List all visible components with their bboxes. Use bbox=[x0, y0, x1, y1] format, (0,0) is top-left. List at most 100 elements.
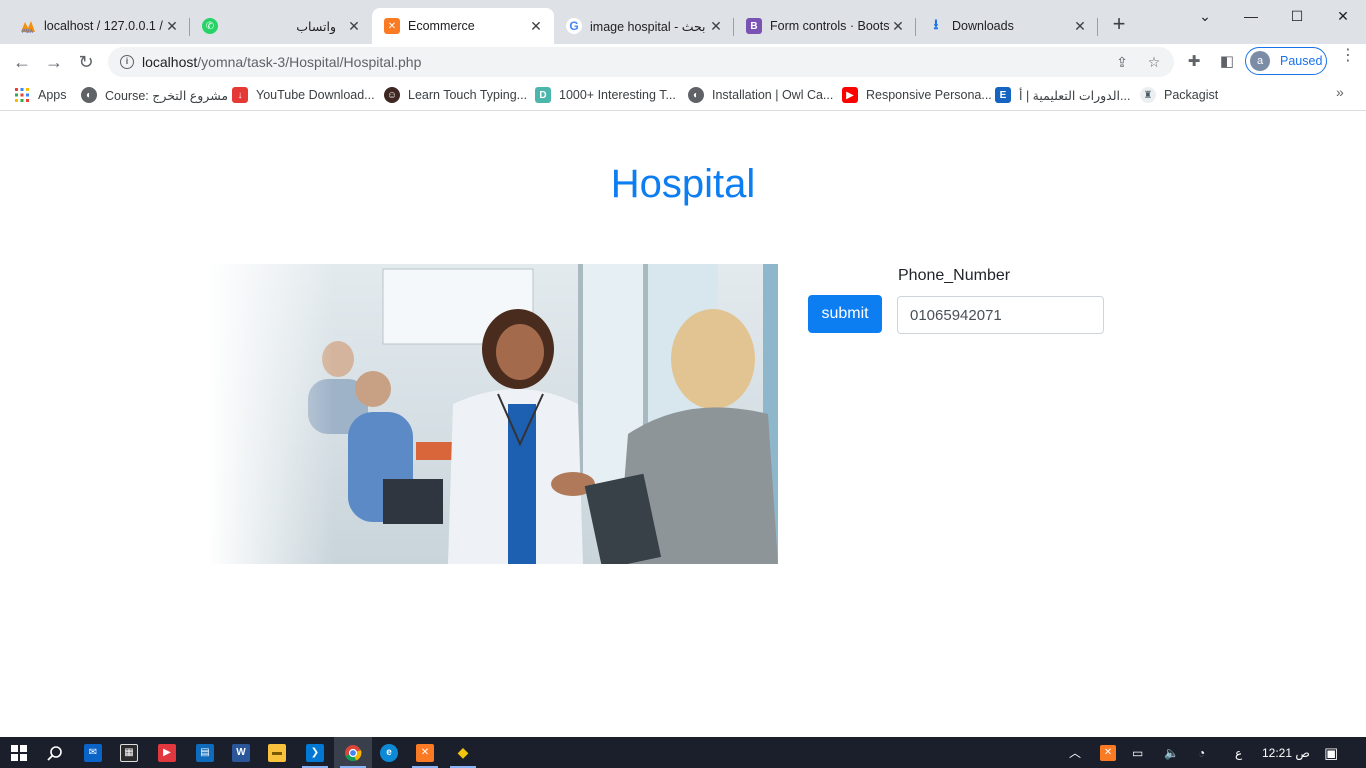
xampp-taskbar-icon[interactable]: ✕ bbox=[406, 737, 444, 768]
window-close-button[interactable]: ✕ bbox=[1320, 0, 1366, 32]
bookmark-apps[interactable]: Apps bbox=[14, 85, 67, 105]
mail-icon[interactable]: ✉ bbox=[74, 737, 112, 768]
forward-arrow-icon[interactable]: → bbox=[42, 50, 66, 74]
bookmark-interesting[interactable]: D 1000+ Interesting T... bbox=[535, 85, 676, 105]
search-icon[interactable] bbox=[36, 737, 74, 768]
url-host: localhost bbox=[142, 54, 198, 70]
globe-icon: ◐ bbox=[688, 87, 704, 103]
word-icon[interactable]: W bbox=[222, 737, 260, 768]
close-icon[interactable]: ✕ bbox=[528, 18, 544, 34]
windows-start-icon[interactable] bbox=[0, 737, 38, 768]
bookmarks-bar: Apps ◐ Course: مشروع التخرج ↓ YouTube Do… bbox=[0, 80, 1366, 111]
bookmark-label: Installation | Owl Ca... bbox=[712, 88, 834, 102]
bookmark-label: Packagist bbox=[1164, 88, 1219, 102]
tab-title: Form controls · Bootst bbox=[770, 19, 890, 33]
url-path: /yomna/task-3/Hospital/Hospital.php bbox=[197, 54, 422, 70]
tab-title: واتساب bbox=[296, 19, 336, 34]
profile-status: Paused bbox=[1280, 54, 1323, 68]
bookmark-responsive[interactable]: ▶ Responsive Persona... bbox=[842, 85, 992, 105]
address-bar[interactable]: i localhost/yomna/task-3/Hospital/Hospit… bbox=[108, 47, 1174, 77]
site-info-icon[interactable]: i bbox=[120, 55, 134, 69]
packagist-icon: ♜ bbox=[1140, 87, 1156, 103]
new-tab-button[interactable]: + bbox=[1108, 13, 1130, 36]
avatar: a bbox=[1250, 51, 1270, 71]
close-icon[interactable]: ✕ bbox=[890, 18, 906, 34]
submit-button[interactable]: submit bbox=[808, 295, 882, 333]
tab-search-chevron-icon[interactable]: ⌄ bbox=[1182, 0, 1228, 32]
tab-whatsapp[interactable]: ✆ واتساب ✕ bbox=[190, 8, 372, 44]
media-player-icon[interactable]: ▶ bbox=[148, 737, 186, 768]
tray-overflow-chevron-icon[interactable]: ︿ bbox=[1069, 737, 1081, 768]
side-panel-icon[interactable]: ◧ bbox=[1218, 53, 1236, 71]
more-bookmarks-chevron-icon[interactable]: » bbox=[1336, 84, 1344, 100]
xampp-tray-icon[interactable]: ✕ bbox=[1100, 737, 1116, 768]
url-text[interactable]: localhost/yomna/task-3/Hospital/Hospital… bbox=[142, 54, 421, 70]
tab-phpmyadmin[interactable]: PMA localhost / 127.0.0.1 / ✕ bbox=[8, 8, 190, 44]
close-icon[interactable]: ✕ bbox=[708, 18, 724, 34]
bookmark-label: Responsive Persona... bbox=[866, 88, 992, 102]
volume-icon[interactable]: 🔈 bbox=[1164, 737, 1179, 768]
bookmark-course[interactable]: ◐ Course: مشروع التخرج bbox=[81, 85, 228, 105]
tab-title: image hospital - بحث bbox=[590, 19, 706, 34]
input-language[interactable]: ع bbox=[1235, 737, 1242, 768]
tab-title: Ecommerce bbox=[408, 19, 475, 33]
news-icon[interactable]: ▤ bbox=[186, 737, 224, 768]
bookmark-label: Learn Touch Typing... bbox=[408, 88, 528, 102]
phpmyadmin-icon: PMA bbox=[20, 18, 36, 34]
close-icon[interactable]: ✕ bbox=[164, 18, 180, 34]
extensions-puzzle-icon[interactable]: ✚ bbox=[1185, 53, 1203, 71]
bookmark-label: Course: مشروع التخرج bbox=[105, 88, 229, 103]
apps-grid-icon bbox=[14, 87, 30, 103]
file-explorer-icon[interactable]: ▬ bbox=[258, 737, 296, 768]
globe-icon: ◐ bbox=[81, 87, 97, 103]
phone-number-input[interactable] bbox=[897, 296, 1104, 334]
bookmark-packagist[interactable]: ♜ Packagist bbox=[1140, 85, 1218, 105]
back-arrow-icon[interactable]: ← bbox=[10, 50, 34, 74]
download-icon: ⭳ bbox=[933, 16, 939, 32]
page-title: Hospital bbox=[610, 162, 756, 206]
maximize-button[interactable]: ☐ bbox=[1274, 0, 1320, 32]
git-kraken-icon[interactable]: ◆ bbox=[444, 737, 482, 768]
tab-google-search[interactable]: G image hospital - بحث ✕ bbox=[554, 8, 734, 44]
xampp-icon: ✕ bbox=[384, 18, 400, 34]
browser-menu-icon[interactable]: ⋮ bbox=[1340, 48, 1356, 64]
whatsapp-icon: ✆ bbox=[202, 18, 218, 34]
bookmark-star-icon[interactable]: ☆ bbox=[1146, 54, 1162, 70]
typing-mascot-icon: ☺ bbox=[384, 87, 400, 103]
battery-icon[interactable]: ▭ bbox=[1132, 737, 1143, 768]
tab-downloads[interactable]: ⭳ Downloads ✕ bbox=[916, 8, 1098, 44]
notifications-icon[interactable]: ▣ bbox=[1324, 737, 1338, 768]
share-icon[interactable]: ⇪ bbox=[1114, 54, 1130, 70]
chrome-icon[interactable] bbox=[334, 737, 372, 768]
bookmark-courses-ar[interactable]: E الدورات التعليمية | أ... bbox=[995, 85, 1130, 105]
edge-icon[interactable]: e bbox=[370, 737, 408, 768]
tab-ecommerce[interactable]: ✕ Ecommerce ✕ bbox=[372, 8, 554, 44]
bookmark-typing[interactable]: ☺ Learn Touch Typing... bbox=[384, 85, 527, 105]
close-icon[interactable]: ✕ bbox=[346, 18, 362, 34]
clock[interactable]: 12:21 ص bbox=[1262, 737, 1310, 768]
page-content: Hospital Phone_Number submit 01065942071 bbox=[0, 112, 1366, 737]
bookmark-youtube-download[interactable]: ↓ YouTube Download... bbox=[232, 85, 375, 105]
vscode-icon[interactable]: ❯ bbox=[296, 737, 334, 768]
profile-button[interactable]: a Paused bbox=[1245, 47, 1327, 75]
google-icon: G bbox=[566, 18, 582, 34]
bookmark-label: YouTube Download... bbox=[256, 88, 375, 102]
hospital-image bbox=[208, 264, 778, 564]
minimize-button[interactable]: — bbox=[1228, 0, 1274, 32]
e-letter-icon: E bbox=[995, 87, 1011, 103]
store-icon[interactable]: ▦ bbox=[110, 737, 148, 768]
svg-text:PMA: PMA bbox=[22, 29, 34, 34]
close-icon[interactable]: ✕ bbox=[1072, 18, 1088, 34]
reload-icon[interactable]: ↻ bbox=[74, 50, 98, 74]
tab-title: Downloads bbox=[952, 19, 1014, 33]
browser-toolbar: ← → ↻ i localhost/yomna/task-3/Hospital/… bbox=[0, 44, 1366, 80]
wifi-icon[interactable]: ◔ bbox=[1198, 737, 1205, 768]
bookmark-label: الدورات التعليمية | أ... bbox=[1019, 88, 1131, 103]
tab-bootstrap[interactable]: B Form controls · Bootst ✕ bbox=[734, 8, 916, 44]
youtube-icon: ▶ bbox=[842, 87, 858, 103]
download-red-icon: ↓ bbox=[232, 87, 248, 103]
bookmark-owl-carousel[interactable]: ◐ Installation | Owl Ca... bbox=[688, 85, 833, 105]
phone-number-label: Phone_Number bbox=[898, 267, 1011, 284]
bootstrap-icon: B bbox=[746, 18, 762, 34]
windows-taskbar: ✉ ▦ ▶ ▤ W ▬ ❯ e ✕ ◆ ︿ ✕ ▭ 🔈 ◔ ع 12:21 ص … bbox=[0, 737, 1366, 768]
